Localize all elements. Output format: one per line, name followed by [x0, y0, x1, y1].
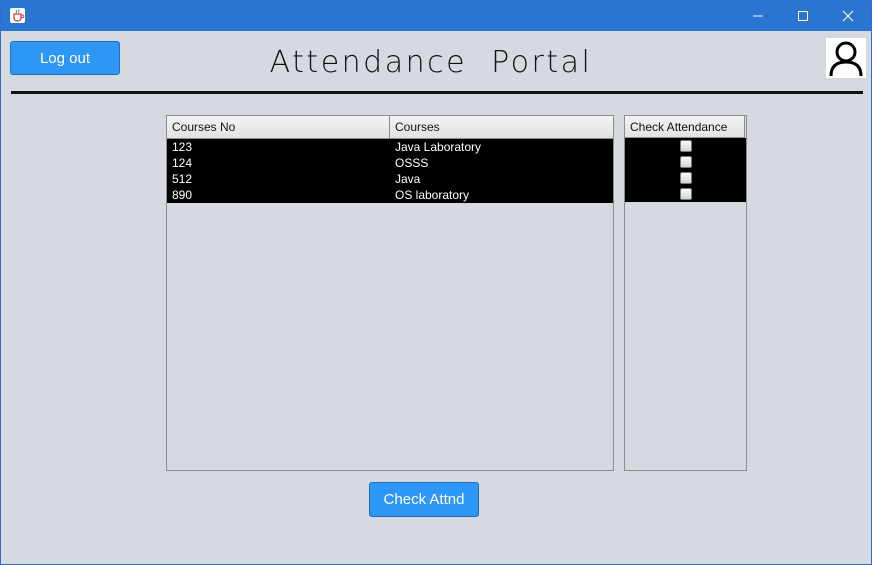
attendance-row — [625, 186, 746, 202]
user-icon — [829, 41, 863, 77]
user-avatar[interactable] — [826, 38, 866, 78]
attendance-checkbox[interactable] — [679, 140, 692, 152]
minimize-icon — [753, 15, 763, 17]
page-title: Attendance Portal — [269, 45, 593, 80]
close-icon — [842, 10, 854, 22]
attendance-checkbox[interactable] — [679, 188, 692, 200]
column-header-check-attendance[interactable]: Check Attendance — [625, 116, 745, 138]
attendance-table[interactable]: Check Attendance — [624, 115, 747, 471]
course-name-cell: Java — [395, 172, 421, 186]
attendance-row — [625, 170, 746, 186]
attendance-checkbox[interactable] — [679, 172, 692, 184]
table-row[interactable]: 512 Java — [167, 171, 613, 187]
attendance-row — [625, 138, 746, 154]
table-row[interactable]: 890 OS laboratory — [167, 187, 613, 203]
course-no-cell: 890 — [172, 188, 193, 202]
courses-table[interactable]: Courses No Courses 123 Java Laboratory 1… — [166, 115, 614, 471]
app-window: Log out Attendance Portal Courses No Cou… — [0, 0, 872, 565]
course-no-cell: 124 — [172, 156, 193, 170]
column-header-courses[interactable]: Courses — [390, 116, 613, 138]
title-bar[interactable] — [1, 1, 871, 31]
minimize-button[interactable] — [735, 1, 781, 31]
maximize-button[interactable] — [780, 1, 826, 31]
attendance-checkbox[interactable] — [679, 156, 692, 168]
table-row[interactable]: 123 Java Laboratory — [167, 139, 613, 155]
close-button[interactable] — [825, 1, 871, 31]
courses-table-header: Courses No Courses — [167, 116, 613, 139]
logout-button[interactable]: Log out — [10, 41, 120, 75]
attendance-row — [625, 154, 746, 170]
course-name-cell: OSSS — [395, 156, 429, 170]
header-divider — [11, 91, 863, 94]
course-name-cell: OS laboratory — [395, 188, 470, 202]
course-no-cell: 123 — [172, 140, 193, 154]
check-attendance-button[interactable]: Check Attnd — [369, 482, 479, 517]
course-no-cell: 512 — [172, 172, 193, 186]
java-cup-icon — [10, 8, 25, 23]
maximize-icon — [798, 11, 808, 21]
column-header-courses-no[interactable]: Courses No — [167, 116, 390, 138]
table-row[interactable]: 124 OSSS — [167, 155, 613, 171]
course-name-cell: Java Laboratory — [395, 140, 482, 154]
